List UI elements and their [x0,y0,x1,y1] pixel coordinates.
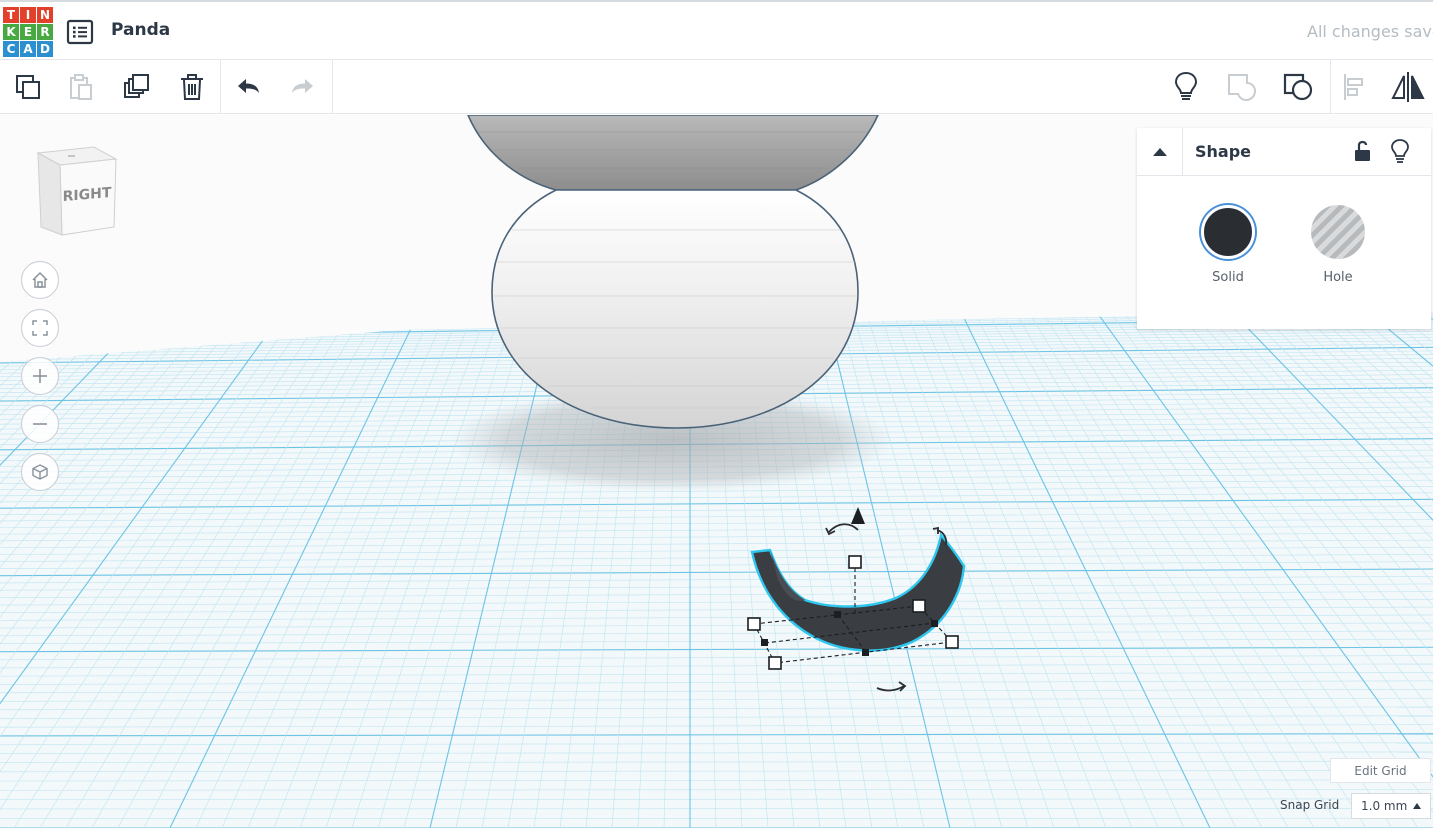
home-view-button[interactable] [21,261,59,299]
caret-up-icon [1152,148,1167,156]
hole-swatch[interactable] [1311,205,1365,259]
align-icon [1344,74,1363,100]
projection-button[interactable] [21,453,59,491]
copy-button[interactable] [9,68,47,106]
snap-grid-value: 1.0 mm [1361,799,1408,813]
ungroup-icon [1283,73,1313,101]
lock-button[interactable] [1351,138,1375,164]
inspector-header: Shape [1137,128,1431,176]
zoom-in-icon [33,369,47,383]
undo-button[interactable] [230,68,268,106]
logo-letter: A [20,41,36,57]
logo-letter: E [20,24,36,40]
logo-letter: D [37,41,53,57]
zoom-in-button[interactable] [21,357,59,395]
copy-icon [16,75,40,99]
edit-grid-button[interactable]: Edit Grid [1330,758,1431,783]
inspector-title: Shape [1195,142,1252,161]
logo-letter: C [3,41,19,57]
group-icon [1228,74,1257,102]
duplicate-icon [124,74,149,98]
logo-letter: R [37,24,53,40]
inspector-collapse-button[interactable] [1137,128,1183,176]
view-cube[interactable]: RIGHT [32,145,122,245]
lightbulb-icon [1391,139,1409,163]
projection-icon [32,464,48,480]
visibility-button[interactable] [1389,137,1411,165]
redo-icon [292,79,313,93]
hole-label: Hole [1323,270,1353,285]
mirror-icon [1391,72,1425,102]
logo-letter: I [20,7,36,23]
toolbar [0,60,1433,114]
logo-letter: T [3,7,19,23]
align-button[interactable] [1336,68,1374,106]
caret-up-icon [1413,803,1422,809]
solid-label: Solid [1212,270,1244,285]
tinkercad-logo[interactable]: TIN KER CAD [3,7,53,57]
toolbar-separator [332,60,333,114]
snap-grid-label: Snap Grid [1280,798,1340,812]
delete-button[interactable] [173,68,211,106]
list-icon [66,19,94,45]
lightbulb-icon [1174,71,1198,100]
trash-icon [181,74,203,100]
toolbar-separator [1330,60,1331,114]
save-status: All changes saved [1307,22,1433,41]
title-bar: TIN KER CAD Panda All changes saved [0,0,1433,60]
mirror-button[interactable] [1389,68,1427,106]
project-title[interactable]: Panda [111,20,170,40]
duplicate-button[interactable] [118,68,156,106]
zoom-out-icon [33,423,47,425]
tinkercad-editor: TIN KER CAD Panda All changes saved [0,0,1433,828]
toolbar-separator [220,60,221,114]
undo-icon [238,79,259,93]
logo-letter: N [37,7,53,23]
snap-grid-select[interactable]: 1.0 mm [1351,793,1431,819]
fit-view-button[interactable] [21,309,59,347]
home-view-icon [32,271,48,288]
notes-button[interactable] [1167,68,1205,106]
paste-icon [70,74,92,100]
fit-view-icon [32,320,48,336]
shape-inspector: Shape Solid Hole [1137,128,1431,329]
ungroup-button[interactable] [1279,68,1317,106]
project-menu-button[interactable] [66,19,94,45]
zoom-out-button[interactable] [21,405,59,443]
paste-button[interactable] [62,68,100,106]
logo-letter: K [3,24,19,40]
sphere-lower[interactable] [491,189,859,429]
sphere-upper[interactable] [467,115,879,191]
unlock-icon [1355,140,1370,161]
redo-button[interactable] [283,68,321,106]
solid-swatch[interactable] [1201,205,1255,259]
group-button[interactable] [1223,68,1261,106]
